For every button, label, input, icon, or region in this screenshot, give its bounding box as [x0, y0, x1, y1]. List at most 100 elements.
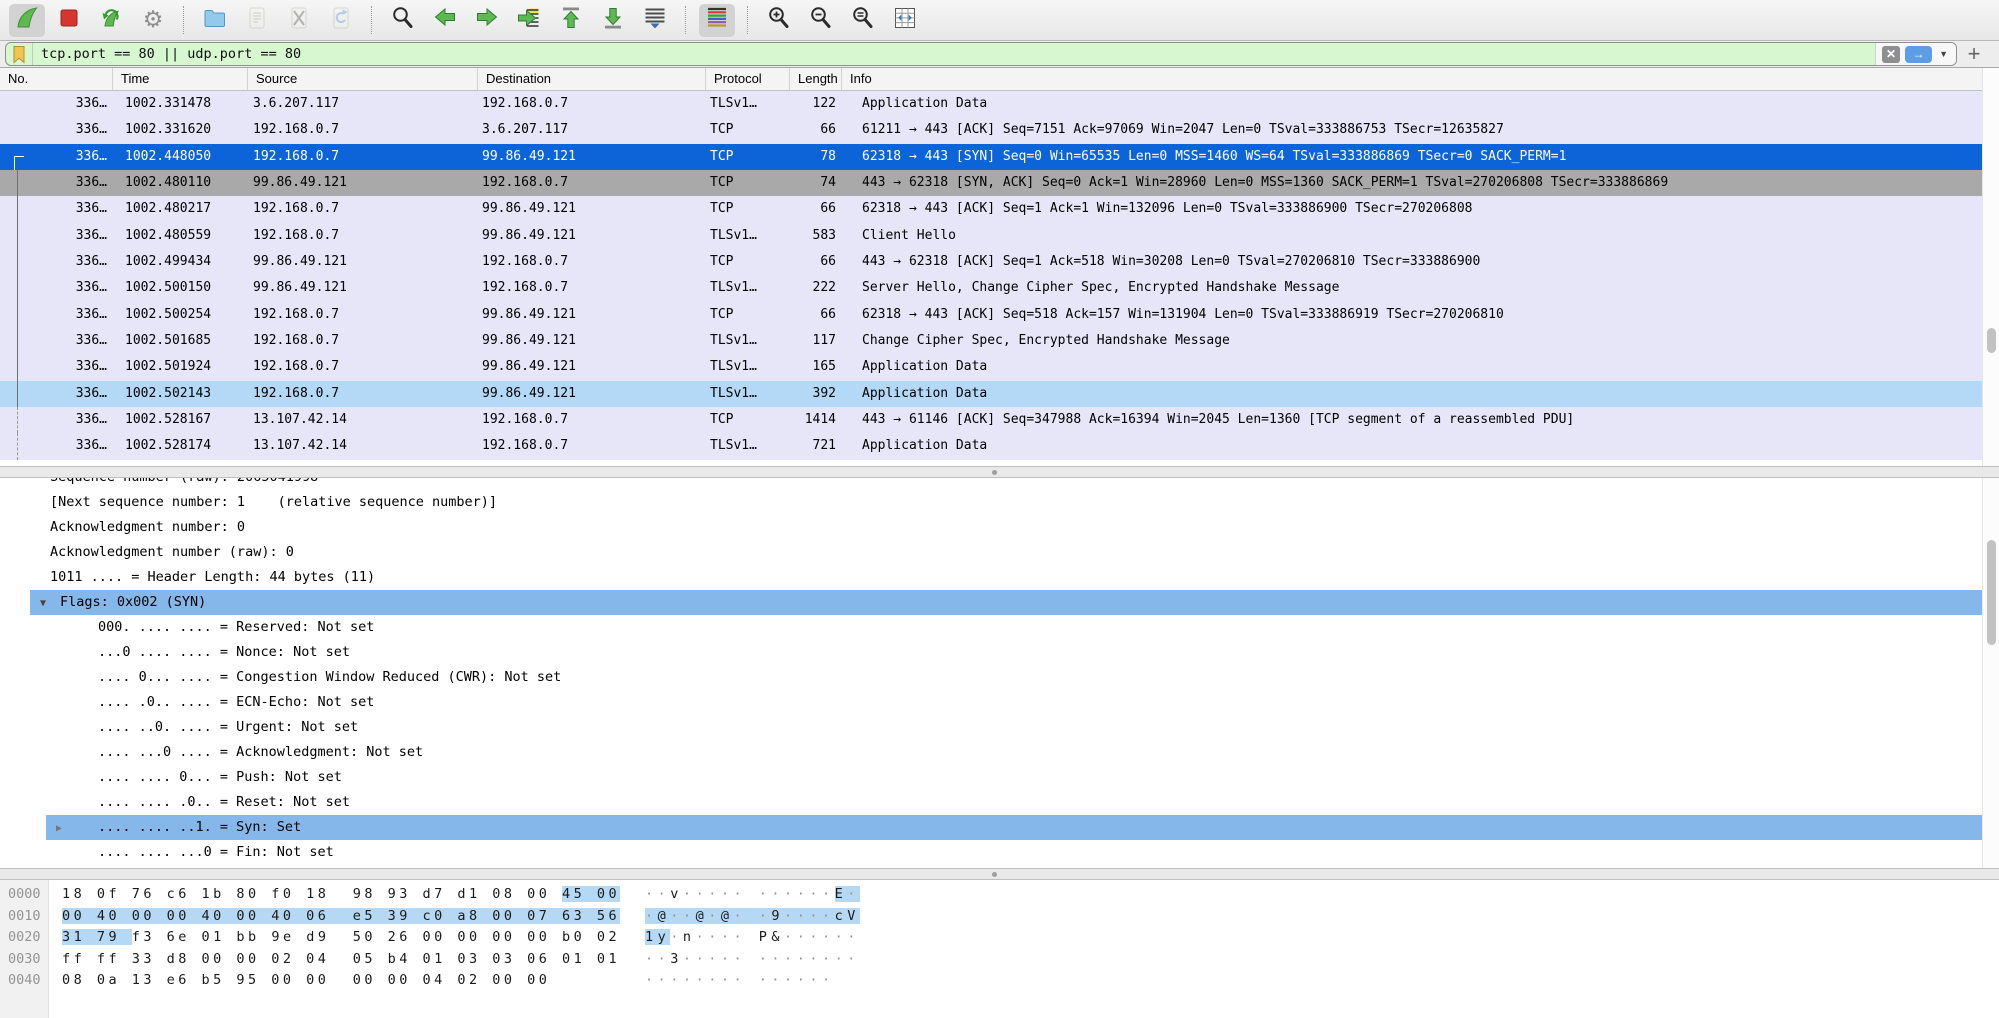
hex-row[interactable]: 004008 0a 13 e6 b5 95 00 00 00 00 04 02 … — [0, 970, 1999, 992]
details-scrollbar[interactable] — [1982, 478, 1999, 868]
hex-bytes[interactable]: 31 79 f3 6e 01 bb 9e d9 50 26 00 00 00 0… — [62, 927, 620, 949]
detail-line[interactable]: 1011 .... = Header Length: 44 bytes (11) — [0, 565, 1999, 590]
detail-line[interactable]: ...0 .... .... = Nonce: Not set — [0, 640, 1999, 665]
packet-list-scrollbar[interactable] — [1982, 68, 1999, 466]
hex-bytes[interactable]: ff ff 33 d8 00 00 02 04 05 b4 01 03 03 0… — [62, 949, 620, 971]
hex-ascii[interactable]: ··3····· ········ — [645, 949, 860, 971]
column-header-length[interactable]: Length — [790, 68, 842, 90]
filter-dropdown-caret-icon[interactable]: ▼ — [1939, 49, 1948, 59]
hex-row[interactable]: 000018 0f 76 c6 1b 80 f0 18 98 93 d7 d1 … — [0, 884, 1999, 906]
go-to-packet-button[interactable] — [511, 4, 547, 37]
start-capture-button[interactable] — [9, 4, 45, 37]
detail-line[interactable]: .... .... 0... = Push: Not set — [0, 765, 1999, 790]
detail-text: ...0 .... .... = Nonce: Not set — [98, 644, 350, 660]
detail-line[interactable]: .... .... ...0 = Fin: Not set — [0, 840, 1999, 865]
hex-ascii[interactable]: ··v····· ······E· — [645, 884, 860, 906]
cell-proto: TLSv1… — [706, 433, 790, 459]
detail-line[interactable]: .... 0... .... = Congestion Window Reduc… — [0, 665, 1999, 690]
hex-row[interactable]: 0030ff ff 33 d8 00 00 02 04 05 b4 01 03 … — [0, 949, 1999, 971]
zoom-reset-button[interactable] — [845, 4, 881, 37]
go-forward-button[interactable] — [469, 4, 505, 37]
save-file-button[interactable] — [239, 4, 275, 37]
detail-line[interactable]: .... .0.. .... = ECN-Echo: Not set — [0, 690, 1999, 715]
packet-row[interactable]: 336…1002.331620192.168.0.73.6.207.117TCP… — [0, 117, 1999, 143]
detail-line[interactable]: .... ..0. .... = Urgent: Not set — [0, 715, 1999, 740]
packet-row[interactable]: 336…1002.500254192.168.0.799.86.49.121TC… — [0, 302, 1999, 328]
detail-text: .... .... 0... = Push: Not set — [98, 769, 342, 785]
stream-mark-icon — [17, 170, 18, 196]
splitter-list-details[interactable] — [0, 466, 1999, 478]
detail-line[interactable]: .... ...0 .... = Acknowledgment: Not set — [0, 740, 1999, 765]
splitter-details-bytes[interactable] — [0, 868, 1999, 880]
packet-row[interactable]: 336…1002.480217192.168.0.799.86.49.121TC… — [0, 196, 1999, 222]
hex-row[interactable]: 002031 79 f3 6e 01 bb 9e d9 50 26 00 00 … — [0, 927, 1999, 949]
detail-line[interactable]: Sequence number (raw): 2065041998 — [0, 478, 1999, 490]
open-file-button[interactable] — [197, 4, 233, 37]
detail-line[interactable]: [Next sequence number: 1 (relative seque… — [0, 490, 1999, 515]
capture-options-button[interactable]: ⚙ — [135, 4, 171, 37]
stop-capture-button[interactable] — [51, 4, 87, 37]
detail-line[interactable]: 000. .... .... = Reserved: Not set — [0, 615, 1999, 640]
packet-row[interactable]: 336…1002.50015099.86.49.121192.168.0.7TL… — [0, 275, 1999, 301]
column-header-protocol[interactable]: Protocol — [706, 68, 790, 90]
cell-time: 1002.528167 — [113, 407, 248, 433]
packet-list: 336…1002.3314783.6.207.117192.168.0.7TLS… — [0, 91, 1999, 466]
zoom-in-button[interactable] — [761, 4, 797, 37]
packet-list-scroll-thumb[interactable] — [1987, 328, 1996, 353]
packet-row[interactable]: 336…1002.501924192.168.0.799.86.49.121TL… — [0, 354, 1999, 380]
hex-ascii[interactable]: ·@··@·@· ·9····cV — [645, 906, 860, 928]
packet-row[interactable]: 336…1002.52817413.107.42.14192.168.0.7TL… — [0, 433, 1999, 459]
packet-row[interactable]: 336…1002.448050192.168.0.799.86.49.121TC… — [0, 144, 1999, 170]
hex-row[interactable]: 001000 40 00 00 40 00 40 06 e5 39 c0 a8 … — [0, 906, 1999, 928]
column-header-source[interactable]: Source — [248, 68, 478, 90]
find-packet-button[interactable] — [385, 4, 421, 37]
display-filter-input[interactable]: tcp.port == 80 || udp.port == 80 ✕ → ▼ — [5, 42, 1957, 66]
resize-columns-button[interactable] — [887, 4, 923, 37]
packet-row[interactable]: 336…1002.502143192.168.0.799.86.49.121TL… — [0, 381, 1999, 407]
column-header-info[interactable]: Info — [842, 68, 1999, 90]
packet-row[interactable]: 336…1002.49943499.86.49.121192.168.0.7TC… — [0, 249, 1999, 275]
details-scroll-thumb[interactable] — [1987, 540, 1996, 645]
cell-info: 62318 → 443 [SYN] Seq=0 Win=65535 Len=0 … — [842, 144, 1999, 170]
detail-line[interactable]: ▼Flags: 0x002 (SYN) — [30, 590, 1999, 615]
packet-row[interactable]: 336…1002.52816713.107.42.14192.168.0.7TC… — [0, 407, 1999, 433]
toolbar-separator — [685, 6, 687, 34]
restart-capture-button[interactable] — [93, 4, 129, 37]
hex-ascii[interactable]: 1y·n···· P&······ — [645, 927, 860, 949]
packet-row[interactable]: 336…1002.501685192.168.0.799.86.49.121TL… — [0, 328, 1999, 354]
auto-scroll-button[interactable] — [637, 4, 673, 37]
detail-line[interactable]: Acknowledgment number: 0 — [0, 515, 1999, 540]
column-header-destination[interactable]: Destination — [478, 68, 706, 90]
cell-dst: 192.168.0.7 — [478, 433, 706, 459]
hex-bytes[interactable]: 18 0f 76 c6 1b 80 f0 18 98 93 d7 d1 08 0… — [62, 884, 620, 906]
hex-ascii[interactable]: ········ ······ — [645, 970, 835, 992]
expander-right-icon[interactable]: ▶ — [46, 816, 72, 840]
column-header-no[interactable]: No. — [0, 68, 113, 90]
hex-bytes[interactable]: 00 40 00 00 40 00 40 06 e5 39 c0 a8 00 0… — [62, 906, 620, 928]
close-file-button[interactable] — [281, 4, 317, 37]
packet-row[interactable]: 336…1002.480559192.168.0.799.86.49.121TL… — [0, 223, 1999, 249]
reload-file-button[interactable] — [323, 4, 359, 37]
display-filter-value[interactable]: tcp.port == 80 || udp.port == 80 — [33, 46, 1875, 62]
apply-filter-button[interactable]: → — [1905, 46, 1932, 63]
detail-line[interactable]: ▶.... .... ..1. = Syn: Set — [46, 815, 1999, 840]
packet-row[interactable]: 336…1002.48011099.86.49.121192.168.0.7TC… — [0, 170, 1999, 196]
detail-line[interactable]: Acknowledgment number (raw): 0 — [0, 540, 1999, 565]
go-first-button[interactable] — [553, 4, 589, 37]
colorize-button[interactable] — [699, 4, 735, 37]
add-filter-button-button[interactable]: + — [1957, 42, 1991, 66]
bookmark-icon[interactable] — [6, 43, 33, 65]
go-last-button[interactable] — [595, 4, 631, 37]
clear-filter-button[interactable]: ✕ — [1882, 46, 1900, 63]
detail-line[interactable]: .... .... .0.. = Reset: Not set — [0, 790, 1999, 815]
expander-down-icon[interactable]: ▼ — [30, 591, 56, 615]
cell-no: 336… — [0, 354, 113, 380]
cell-dst: 3.6.207.117 — [478, 117, 706, 143]
detail-text: .... ..0. .... = Urgent: Not set — [98, 719, 358, 735]
column-header-time[interactable]: Time — [113, 68, 248, 90]
go-back-button[interactable] — [427, 4, 463, 37]
packet-row[interactable]: 336…1002.3314783.6.207.117192.168.0.7TLS… — [0, 91, 1999, 117]
hex-bytes[interactable]: 08 0a 13 e6 b5 95 00 00 00 00 04 02 00 0… — [62, 970, 550, 992]
zoom-out-button[interactable] — [803, 4, 839, 37]
cell-dst: 99.86.49.121 — [478, 328, 706, 354]
